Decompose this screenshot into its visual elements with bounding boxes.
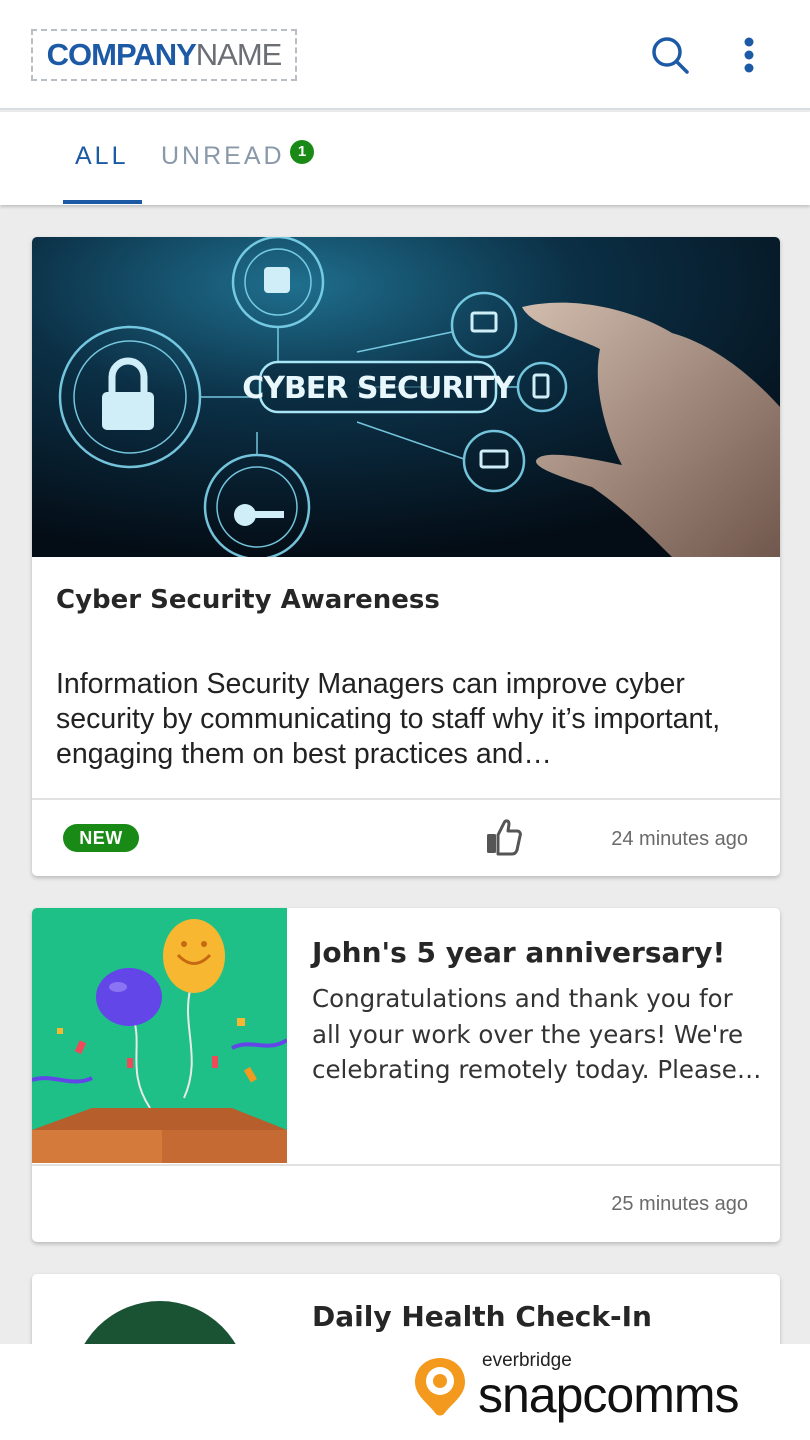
more-options-button[interactable] <box>732 34 766 78</box>
timestamp: 25 minutes ago <box>611 1193 748 1215</box>
like-button[interactable] <box>484 817 522 857</box>
snapcomms-text: snapcomms <box>478 1367 740 1423</box>
card-divider <box>32 798 780 800</box>
search-icon <box>652 37 689 74</box>
tab-unread[interactable]: UNREAD <box>161 142 285 171</box>
balloons-image <box>32 908 287 1163</box>
tab-bar: ALL UNREAD 1 <box>0 112 810 205</box>
brand-footer: everbridge snapcomms <box>0 1344 810 1440</box>
card-body: Congratulations and thank you for all yo… <box>312 984 762 1084</box>
more-vert-icon <box>744 37 754 73</box>
feed-card[interactable]: CYBER SECURITY Cyber Security Awareness … <box>32 237 780 876</box>
card-title: John's 5 year anniversary! <box>312 936 726 969</box>
feed-card[interactable]: John's 5 year anniversary! Congratulatio… <box>32 908 780 1242</box>
company-logo: COMPANY NAME <box>31 29 297 81</box>
tab-all[interactable]: ALL <box>75 142 128 171</box>
logo-company-text: COMPANY <box>46 37 197 72</box>
unread-count-badge: 1 <box>290 140 314 164</box>
card-title: Cyber Security Awareness <box>56 585 440 615</box>
timestamp: 24 minutes ago <box>611 828 748 850</box>
logo-name-text: NAME <box>195 37 283 72</box>
card-divider <box>32 1164 780 1166</box>
cyber-security-image: CYBER SECURITY <box>32 237 780 557</box>
app-bar: COMPANY NAME <box>0 0 810 110</box>
hero-image-caption: CYBER SECURITY <box>242 371 516 406</box>
search-button[interactable] <box>648 34 692 78</box>
card-body: Information Security Managers can improv… <box>56 668 721 770</box>
card-title: Daily Health Check-In <box>312 1300 652 1333</box>
active-tab-indicator <box>63 200 142 204</box>
new-badge: NEW <box>63 824 139 852</box>
thumbs-up-icon <box>487 819 522 856</box>
snapcomms-logo-icon <box>415 1358 465 1416</box>
